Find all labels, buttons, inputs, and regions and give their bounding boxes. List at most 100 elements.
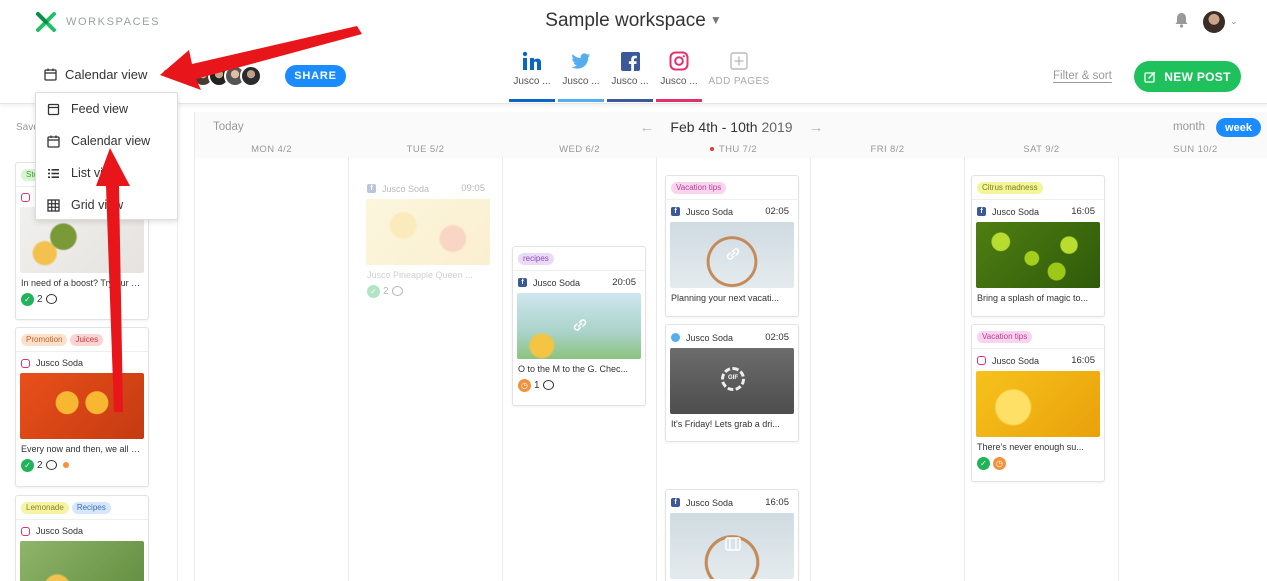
post-time: 16:05 xyxy=(1071,355,1095,366)
page-instagram[interactable]: Jusco ... xyxy=(656,48,702,102)
post-account: Jusco Soda xyxy=(686,206,734,217)
menu-item-label: Calendar view xyxy=(71,134,151,148)
workspace-title-text: Sample workspace xyxy=(545,10,706,31)
add-icon xyxy=(730,52,748,70)
post-time: 20:05 xyxy=(612,277,636,288)
post-image xyxy=(20,541,144,581)
twitter-icon xyxy=(571,52,591,69)
previous-week-arrow-icon[interactable]: ← xyxy=(639,119,654,136)
page-label: Jusco ... xyxy=(611,76,649,87)
facebook-icon: f xyxy=(671,498,680,507)
instagram-icon xyxy=(977,356,986,365)
page-linkedin[interactable]: Jusco ... xyxy=(509,48,555,102)
collaborator-avatars[interactable] xyxy=(192,65,262,87)
post-image xyxy=(670,513,794,579)
comment-count: 1 xyxy=(534,379,540,391)
link-icon xyxy=(726,248,740,260)
pending-clock-icon: ◷ xyxy=(518,378,531,392)
post-card[interactable]: Vacation tips Jusco Soda 16:05 There's ne… xyxy=(971,324,1105,482)
comment-icon xyxy=(391,286,403,296)
post-account: Jusco Soda xyxy=(992,206,1040,217)
post-caption: Every now and then, we all ne... xyxy=(21,444,148,454)
facebook-icon: f xyxy=(367,184,376,193)
post-tag: Lemonade xyxy=(21,502,69,514)
date-range-year: 2019 xyxy=(761,119,793,135)
post-caption: Jusco Pineapple Queen ... xyxy=(367,270,473,280)
page-underline xyxy=(607,99,653,102)
post-account: Jusco Soda xyxy=(382,183,430,194)
instagram-icon xyxy=(21,526,30,536)
calendar-icon xyxy=(47,135,60,148)
connected-pages: Jusco ... Jusco ... Jusco ... Jusco ... … xyxy=(509,48,774,102)
post-card[interactable]: recipes f Jusco Soda 20:05 O to the M to t… xyxy=(512,246,646,406)
day-header-sun: SUN 10/2 xyxy=(1173,144,1218,155)
day-header-tue: TUE 5/2 xyxy=(406,144,445,155)
day-column xyxy=(195,158,348,581)
user-avatar[interactable] xyxy=(1203,11,1225,33)
approved-check-icon: ✓ xyxy=(21,292,34,306)
post-card[interactable]: Citrus madness f Jusco Soda 16:05 Bring a … xyxy=(971,175,1105,317)
column-divider xyxy=(656,157,657,581)
week-view-toggle[interactable]: week xyxy=(1216,118,1261,137)
month-view-toggle[interactable]: month xyxy=(1173,121,1205,133)
menu-item-label: Grid view xyxy=(71,198,124,212)
column-divider xyxy=(810,157,811,581)
share-button[interactable]: SHARE xyxy=(285,65,346,87)
page-facebook[interactable]: Jusco ... xyxy=(607,48,653,102)
day-header-thu-label: THU 7/2 xyxy=(718,144,758,155)
post-image xyxy=(670,222,794,288)
pending-dot-icon xyxy=(62,462,69,468)
facebook-icon: f xyxy=(977,207,986,216)
link-icon xyxy=(573,319,587,331)
menu-item-calendar-view[interactable]: Calendar view xyxy=(36,125,177,157)
add-pages-button[interactable]: ADD PAGES xyxy=(707,48,771,102)
filter-sort-link[interactable]: Filter & sort xyxy=(1053,70,1112,82)
day-header-sat: SAT 9/2 xyxy=(1023,144,1060,155)
page-underline xyxy=(509,99,555,102)
column-divider xyxy=(502,157,503,581)
column-divider xyxy=(964,157,965,581)
comment-icon xyxy=(45,460,57,470)
menu-item-list-view[interactable]: List view xyxy=(36,157,177,189)
notification-bell-icon[interactable] xyxy=(1174,12,1189,28)
post-tag: Vacation tips xyxy=(977,331,1033,343)
post-card[interactable]: Jusco Soda 02:05 GIF It's Friday! Lets gr… xyxy=(665,324,799,442)
menu-item-label: List view xyxy=(71,166,119,180)
menu-item-label: Feed view xyxy=(71,102,128,116)
view-dropdown-menu: Feed view Calendar view List view Grid v… xyxy=(35,92,178,220)
new-post-button[interactable]: NEW POST xyxy=(1134,61,1241,92)
page-twitter[interactable]: Jusco ... xyxy=(558,48,604,102)
post-time: 09:05 xyxy=(461,183,485,194)
post-card[interactable]: Vacation tips f Jusco Soda 02:05 Planning … xyxy=(665,175,799,317)
post-card[interactable]: f Jusco Soda 16:05 xyxy=(665,489,799,581)
page-underline xyxy=(656,99,702,102)
list-icon xyxy=(48,168,59,178)
video-icon xyxy=(725,537,741,551)
linkedin-icon xyxy=(522,51,541,70)
post-account: Jusco Soda xyxy=(992,355,1040,366)
grid-icon xyxy=(47,198,60,212)
today-dot xyxy=(709,147,714,151)
day-header-fri: FRI 8/2 xyxy=(870,144,905,155)
menu-item-feed-view[interactable]: Feed view xyxy=(36,93,177,125)
view-selector[interactable]: Calendar view ⌃ xyxy=(44,67,170,82)
post-card[interactable]: Promotion Juices Jusco Soda Every now and… xyxy=(15,327,149,487)
post-card[interactable]: Lemonade Recipes Jusco Soda xyxy=(15,495,149,581)
post-account: Jusco Soda xyxy=(533,277,581,288)
workspace-title[interactable]: Sample workspace ▼ xyxy=(0,10,1267,32)
post-time: 16:05 xyxy=(1071,206,1095,217)
comment-icon xyxy=(542,380,554,390)
post-image: GIF xyxy=(670,348,794,414)
post-card-published[interactable]: f Jusco Soda 09:05 Jusco Pineapple Queen .… xyxy=(361,176,495,312)
post-account: Jusco Soda xyxy=(36,526,84,536)
add-pages-label: ADD PAGES xyxy=(708,76,770,87)
post-account: Jusco Soda xyxy=(686,497,734,508)
calendar: Today ← Feb 4th - 10th 2019 → month week M… xyxy=(194,112,1267,581)
comment-count: 2 xyxy=(383,285,389,297)
twitter-icon xyxy=(671,333,680,342)
menu-item-grid-view[interactable]: Grid view xyxy=(36,189,177,221)
next-week-arrow-icon[interactable]: → xyxy=(809,119,824,136)
user-menu-chevron-down-icon[interactable]: ⌄ xyxy=(1230,16,1238,27)
avatar[interactable] xyxy=(240,65,262,87)
feed-icon xyxy=(47,103,60,115)
